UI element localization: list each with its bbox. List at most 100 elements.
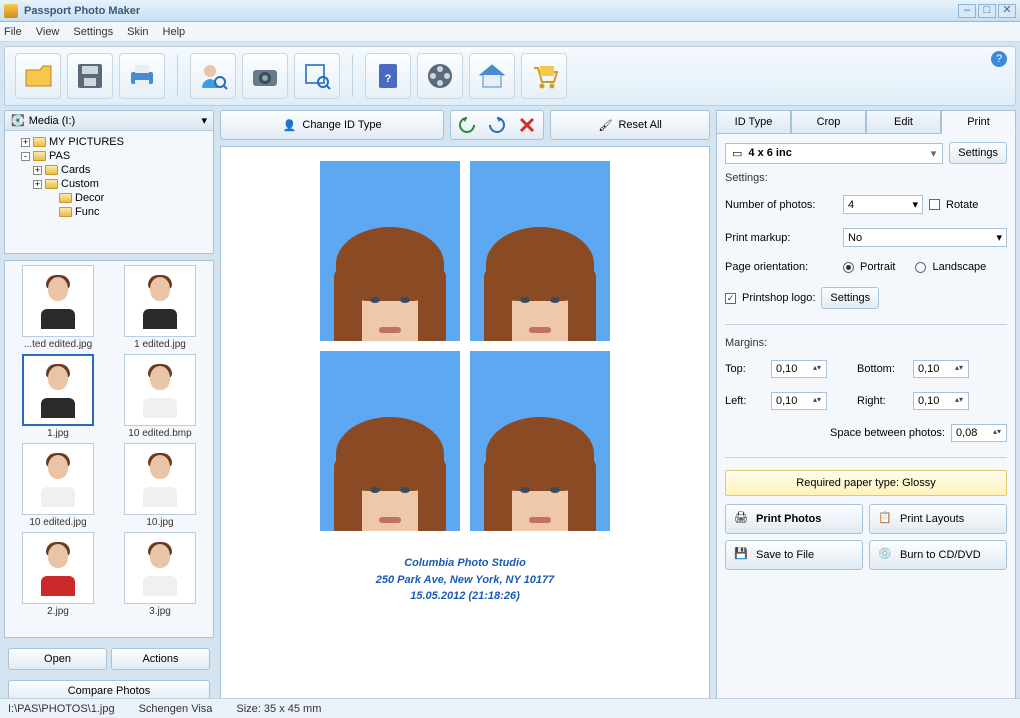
margin-left-input[interactable]: 0,10▴▾: [771, 392, 827, 410]
rotate-checkbox[interactable]: [929, 199, 940, 210]
menu-view[interactable]: View: [36, 26, 60, 38]
menu-skin[interactable]: Skin: [127, 26, 148, 38]
portrait-label: Portrait: [860, 261, 895, 273]
print-markup-label: Print markup:: [725, 232, 837, 244]
status-visa: Schengen Visa: [139, 703, 213, 715]
tab-crop[interactable]: Crop: [791, 110, 866, 134]
toolbar-print-button[interactable]: [119, 53, 165, 99]
app-title: Passport Photo Maker: [24, 5, 958, 17]
toolbar-home-button[interactable]: [469, 53, 515, 99]
tab-edit[interactable]: Edit: [866, 110, 941, 134]
svg-text:?: ?: [385, 73, 392, 85]
print-preview: Columbia Photo Studio 250 Park Ave, New …: [220, 146, 710, 706]
studio-name: Columbia Photo Studio: [376, 555, 555, 572]
status-size: Size: 35 x 45 mm: [236, 703, 321, 715]
margin-top-input[interactable]: 0,10▴▾: [771, 360, 827, 378]
minimize-button[interactable]: –: [958, 4, 976, 18]
margin-bottom-input[interactable]: 0,10▴▾: [913, 360, 969, 378]
status-bar: I:\PAS\PHOTOS\1.jpg Schengen Visa Size: …: [0, 698, 1020, 718]
printshop-logo-checkbox[interactable]: [725, 293, 736, 304]
toolbar-reel-button[interactable]: [417, 53, 463, 99]
status-path: I:\PAS\PHOTOS\1.jpg: [8, 703, 115, 715]
menu-settings[interactable]: Settings: [73, 26, 113, 38]
folder-tree[interactable]: +MY PICTURES-PAS+Cards+CustomDecorFunc: [5, 131, 213, 253]
toolbar-cart-button[interactable]: [521, 53, 567, 99]
paper-size-select[interactable]: ▭ 4 x 6 inc ▾: [725, 143, 943, 164]
thumbnail-panel: ...ted edited.jpg1 edited.jpg1.jpg10 edi…: [4, 260, 214, 638]
reset-all-button[interactable]: 🖌 Reset All: [550, 110, 710, 140]
main-toolbar: ? ?: [4, 46, 1016, 106]
landscape-radio[interactable]: [915, 262, 926, 273]
tree-node[interactable]: Func: [45, 205, 207, 219]
burn-cd-button[interactable]: 💿Burn to CD/DVD: [869, 540, 1007, 570]
actions-button[interactable]: Actions: [111, 648, 210, 670]
toolbar-camera-button[interactable]: [242, 53, 288, 99]
close-button[interactable]: ✕: [998, 4, 1016, 18]
rotate-label: Rotate: [946, 199, 978, 211]
chevron-down-icon: ▾: [931, 147, 937, 160]
thumbnail[interactable]: 3.jpg: [111, 532, 209, 617]
menu-help[interactable]: Help: [163, 26, 186, 38]
brush-icon: 🖌: [598, 119, 612, 132]
margin-top-label: Top:: [725, 363, 765, 375]
help-icon[interactable]: ?: [991, 51, 1007, 67]
print-layouts-button[interactable]: 📋Print Layouts: [869, 504, 1007, 534]
open-button[interactable]: Open: [8, 648, 107, 670]
drive-icon: 💽: [11, 114, 25, 127]
toolbar-person-search-button[interactable]: [190, 53, 236, 99]
portrait-radio[interactable]: [843, 262, 854, 273]
tab-id-type[interactable]: ID Type: [716, 110, 791, 134]
printshop-logo-label: Printshop logo:: [742, 292, 815, 304]
thumbnail[interactable]: 10 edited.bmp: [111, 354, 209, 439]
floppy-icon: 💾: [734, 547, 750, 563]
disc-icon: 💿: [878, 547, 894, 563]
thumbnail[interactable]: 1 edited.jpg: [111, 265, 209, 350]
thumbnail[interactable]: 10.jpg: [111, 443, 209, 528]
toolbar-open-button[interactable]: [15, 53, 61, 99]
change-id-type-button[interactable]: 👤 Change ID Type: [220, 110, 444, 140]
tab-print[interactable]: Print: [941, 110, 1016, 134]
drive-label: Media (I:): [29, 115, 75, 127]
rotate-right-icon[interactable]: [484, 114, 510, 136]
paper-settings-button[interactable]: Settings: [949, 142, 1007, 164]
passport-photo: [470, 161, 610, 341]
thumbnail[interactable]: 2.jpg: [9, 532, 107, 617]
printshop-settings-button[interactable]: Settings: [821, 287, 879, 309]
margin-left-label: Left:: [725, 395, 765, 407]
save-to-file-button[interactable]: 💾Save to File: [725, 540, 863, 570]
required-paper-notice: Required paper type: Glossy: [725, 470, 1007, 496]
print-markup-select[interactable]: No▾: [843, 228, 1007, 247]
margins-heading: Margins:: [725, 337, 1007, 349]
toolbar-frame-search-button[interactable]: [294, 53, 340, 99]
toolbar-save-button[interactable]: [67, 53, 113, 99]
margin-right-input[interactable]: 0,10▴▾: [913, 392, 969, 410]
tree-node[interactable]: +MY PICTURES: [21, 135, 207, 149]
tree-node[interactable]: -PAS: [21, 149, 207, 163]
delete-icon[interactable]: [514, 114, 540, 136]
thumbnail[interactable]: 10 edited.jpg: [9, 443, 107, 528]
tree-node[interactable]: Decor: [45, 191, 207, 205]
tree-node[interactable]: +Custom: [33, 177, 207, 191]
print-photos-button[interactable]: 🖨Print Photos: [725, 504, 863, 534]
page-icon: ▭: [732, 147, 742, 160]
rotate-left-icon[interactable]: [454, 114, 480, 136]
num-photos-label: Number of photos:: [725, 199, 837, 211]
thumbnail[interactable]: ...ted edited.jpg: [9, 265, 107, 350]
margin-bottom-label: Bottom:: [857, 363, 907, 375]
space-between-label: Space between photos:: [725, 427, 945, 439]
titlebar: Passport Photo Maker – □ ✕: [0, 0, 1020, 22]
num-photos-select[interactable]: 4▾: [843, 195, 923, 214]
right-tabs: ID Type Crop Edit Print: [716, 110, 1016, 134]
drive-selector[interactable]: 💽 Media (I:) ▾: [5, 111, 213, 131]
app-icon: [4, 4, 18, 18]
space-between-input[interactable]: 0,08▴▾: [951, 424, 1007, 442]
passport-photo: [320, 161, 460, 341]
layout-icon: 📋: [878, 511, 894, 527]
maximize-button[interactable]: □: [978, 4, 996, 18]
thumbnail[interactable]: 1.jpg: [9, 354, 107, 439]
passport-photo: [470, 351, 610, 531]
tree-node[interactable]: +Cards: [33, 163, 207, 177]
toolbar-help-book-button[interactable]: ?: [365, 53, 411, 99]
margin-right-label: Right:: [857, 395, 907, 407]
menu-file[interactable]: File: [4, 26, 22, 38]
